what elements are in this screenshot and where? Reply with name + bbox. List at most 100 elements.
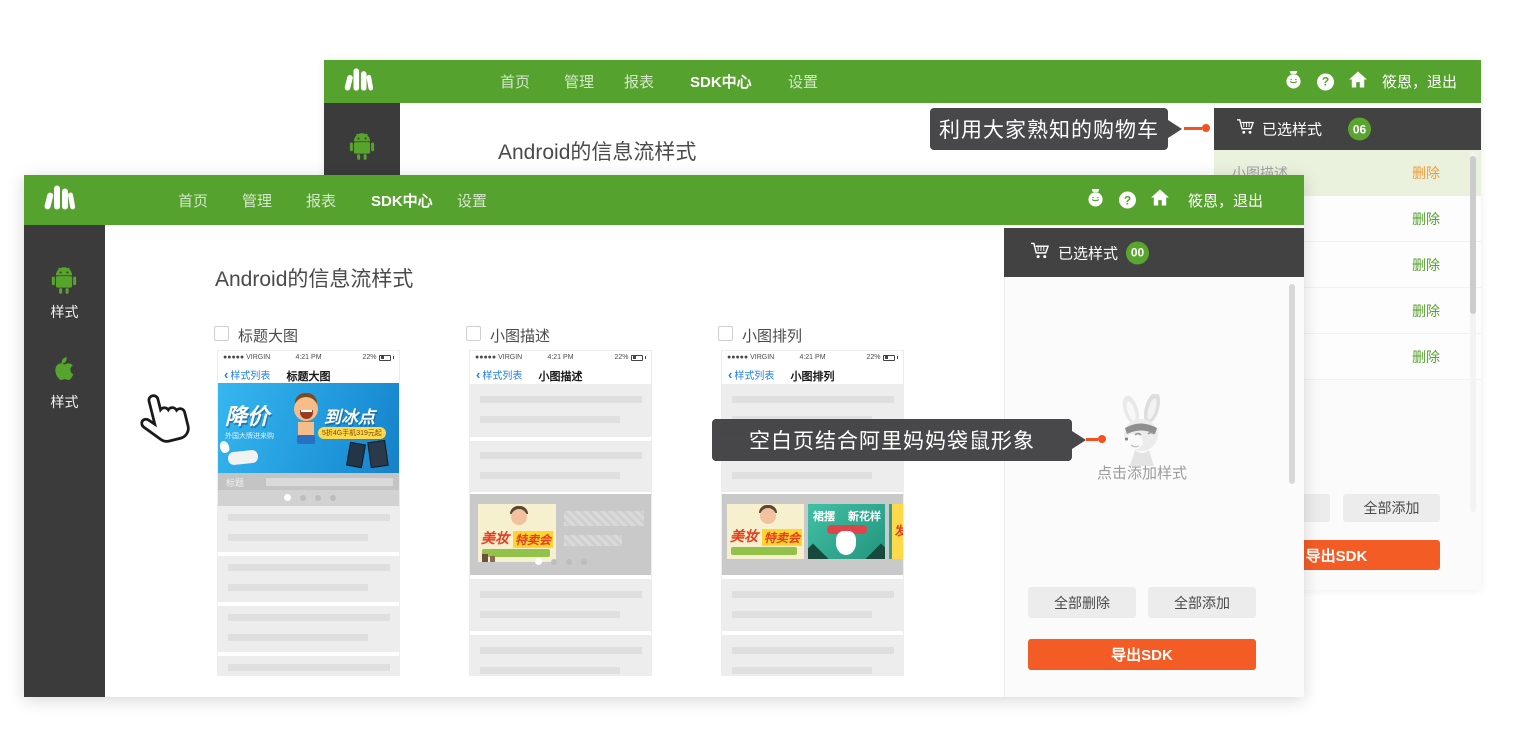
back-panel-scrollbar-thumb[interactable]: [1470, 156, 1476, 314]
style-checkbox[interactable]: [718, 326, 733, 341]
nav-item-home[interactable]: 首页: [500, 60, 530, 103]
help-icon[interactable]: ?: [1119, 192, 1136, 209]
ad2-text-part2: 新花样: [848, 508, 881, 524]
callout-arrow: [1168, 120, 1182, 138]
list-placeholder: [470, 384, 651, 437]
style-checkbox[interactable]: [214, 326, 229, 341]
clock-text: 4:21 PM: [218, 354, 399, 361]
clock-text: 4:21 PM: [470, 354, 651, 361]
empty-cart-hint: 点击添加样式: [1052, 462, 1232, 483]
callout-connector-dot: [1202, 124, 1210, 132]
delete-button[interactable]: 删除: [1412, 209, 1440, 229]
app-logo-icon[interactable]: [344, 66, 376, 97]
kangaroo-mascot: [1106, 394, 1178, 471]
ad-placeholder-bar: [564, 511, 644, 526]
phone-nav-bar: ‹ 样式列表 小图排列: [722, 364, 903, 383]
sidebar-item-android-styles[interactable]: [50, 265, 78, 300]
phone-nav-title: 小图排列: [722, 368, 903, 384]
phone-nav-title: 小图描述: [470, 368, 651, 384]
add-all-button[interactable]: 全部添加: [1148, 587, 1256, 618]
delete-button[interactable]: 删除: [1412, 255, 1440, 275]
ad-thumbnail-dress: 裙摆 新花样: [808, 504, 885, 559]
gadget-speaker: [227, 449, 258, 465]
list-placeholder: [722, 579, 903, 631]
list-placeholder: [218, 656, 399, 676]
delete-button[interactable]: 删除: [1412, 301, 1440, 321]
nav-item-settings[interactable]: 设置: [457, 175, 487, 225]
sidebar-label-android[interactable]: 样式: [24, 302, 105, 322]
back-page-title: Android的信息流样式: [498, 136, 696, 166]
ad1-text-part2: 特卖会: [513, 531, 553, 548]
ad-slot-band: 美妆 特卖会: [470, 494, 651, 575]
front-sidebar: 样式 样式: [24, 225, 105, 697]
cart-panel-title: 已选样式: [1058, 242, 1118, 263]
user-logout-link[interactable]: 筱恩，退出: [1382, 60, 1457, 103]
banner-subline: 外国大牌进来购: [225, 431, 274, 441]
help-icon[interactable]: ?: [1317, 73, 1334, 90]
nav-item-report[interactable]: 报表: [624, 60, 654, 103]
export-sdk-button[interactable]: 导出SDK: [1028, 639, 1256, 670]
phone-preview-big-image: ●●●●● VIRGIN 4:21 PM 22% ‹ 样式列表 标题大图 降价 …: [217, 350, 400, 676]
nav-item-sdk-center[interactable]: SDK中心: [371, 175, 433, 225]
style-checkbox[interactable]: [466, 326, 481, 341]
callout-arrow: [1072, 431, 1086, 449]
android-icon[interactable]: [348, 131, 376, 166]
ad-thumbnail-partial: 发: [889, 504, 904, 559]
home-icon[interactable]: [1151, 190, 1169, 211]
delete-button[interactable]: 删除: [1412, 347, 1440, 367]
cart-count-badge: 00: [1126, 241, 1149, 264]
delete-all-button[interactable]: 全部删除: [1028, 587, 1136, 618]
front-panel-scrollbar-thumb[interactable]: [1289, 284, 1295, 484]
banner-ribbon: 5折4G手机319元起: [318, 427, 386, 439]
add-all-button[interactable]: 全部添加: [1343, 494, 1440, 522]
callout-connector-line: [1086, 438, 1098, 441]
list-placeholder: [470, 579, 651, 631]
ad-placeholder-bar: [564, 535, 622, 546]
sidebar-label-ios[interactable]: 样式: [24, 392, 105, 412]
cart-icon: [1236, 119, 1256, 140]
money-bag-icon[interactable]: [1285, 70, 1302, 94]
ad1-text-part2: 特卖会: [762, 529, 802, 546]
list-placeholder: [470, 635, 651, 676]
nav-item-report[interactable]: 报表: [306, 175, 336, 225]
carousel-dot: [581, 559, 587, 565]
ad1-text-part1: 美妆: [730, 526, 758, 546]
callout-connector-line: [1184, 127, 1202, 130]
banner-headline-right: 到冰点: [324, 403, 375, 428]
ad-thumbnail-beauty-sale: 美妆 特卖会: [727, 504, 804, 559]
callout-shopping-cart: 利用大家熟知的购物车: [930, 108, 1168, 150]
back-cart-panel-header: 已选样式 06: [1214, 108, 1481, 150]
nav-item-settings[interactable]: 设置: [788, 60, 818, 103]
user-logout-link[interactable]: 筱恩，退出: [1188, 175, 1263, 225]
money-bag-icon[interactable]: [1087, 188, 1104, 212]
gadget-phone: [367, 440, 388, 468]
cart-count-badge: 06: [1348, 118, 1371, 141]
cart-icon: [1030, 242, 1051, 264]
home-icon[interactable]: [1349, 71, 1367, 92]
carousel-dot-active: [535, 558, 542, 565]
list-placeholder: [218, 556, 399, 602]
app-logo-icon[interactable]: [44, 184, 78, 217]
phone-nav-bar: ‹ 样式列表 标题大图: [218, 364, 399, 383]
ad-thumbnail-beauty-sale: 美妆 特卖会: [478, 504, 556, 562]
style-checkbox-label: 标题大图: [238, 325, 298, 346]
list-placeholder: [218, 506, 399, 552]
nav-item-sdk-center[interactable]: SDK中心: [690, 60, 752, 103]
carousel-dot: [551, 559, 557, 565]
callout-connector-dot: [1098, 435, 1106, 443]
nav-item-home[interactable]: 首页: [178, 175, 208, 225]
back-navbar: 首页 管理 报表 SDK中心 设置 ? 筱恩，退出: [324, 60, 1481, 103]
style-checkbox-label: 小图排列: [742, 325, 802, 346]
ad2-text-part1: 裙摆: [813, 508, 835, 524]
phone-preview-small-image-grid: ●●●●● VIRGIN 4:21 PM 22% ‹ 样式列表 小图排列: [721, 350, 904, 676]
desktop: 首页 管理 报表 SDK中心 设置 ? 筱恩，退出: [0, 0, 1528, 742]
ad-slot-band: 美妆 特卖会 裙摆 新花样 发: [722, 494, 903, 575]
apple-icon[interactable]: [52, 355, 78, 388]
nav-item-manage[interactable]: 管理: [564, 60, 594, 103]
nav-item-manage[interactable]: 管理: [242, 175, 272, 225]
delete-button[interactable]: 删除: [1412, 163, 1440, 183]
cart-panel-title: 已选样式: [1262, 119, 1322, 140]
ad1-text-part1: 美妆: [481, 528, 509, 548]
banner-headline-left: 降价: [225, 399, 269, 431]
phone-status-bar: ●●●●● VIRGIN 4:21 PM 22%: [470, 351, 651, 364]
